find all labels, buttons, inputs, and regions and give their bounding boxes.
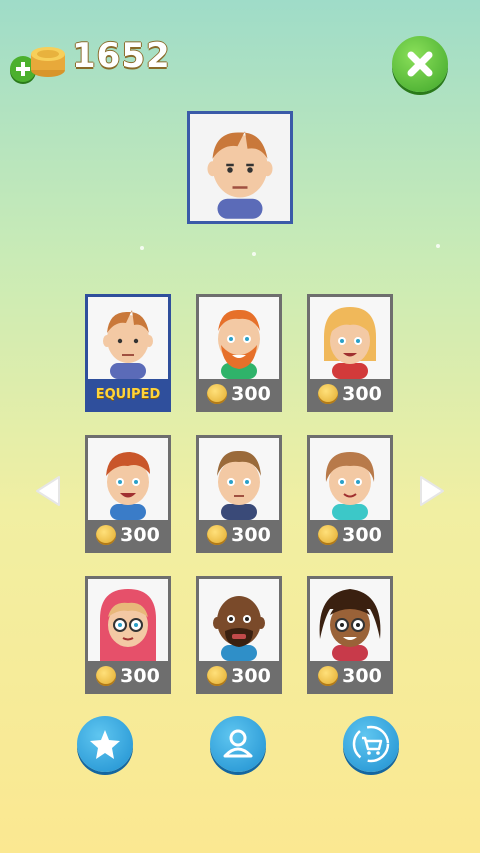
avatar-face-5 — [217, 450, 261, 520]
price-tag: 300 — [310, 520, 390, 550]
character-card-5[interactable]: 300 — [196, 435, 282, 553]
previous-page-button[interactable] — [33, 474, 63, 508]
character-preview — [187, 111, 293, 224]
arrow-right-icon — [420, 476, 444, 506]
price-value: 300 — [342, 524, 382, 546]
character-card-4[interactable]: 300 — [85, 435, 171, 553]
avatar-preview-face — [207, 131, 273, 219]
price-value: 300 — [231, 383, 271, 405]
equipped-label: EQUIPED — [95, 386, 161, 402]
price-value: 300 — [231, 665, 271, 687]
character-card-8[interactable]: 300 — [196, 576, 282, 694]
shop-cart-icon — [352, 725, 390, 763]
characters-button[interactable] — [210, 716, 266, 772]
character-card-7[interactable]: 300 — [85, 576, 171, 694]
coin-icon — [318, 666, 339, 686]
coin-icon — [96, 666, 117, 686]
coin-icon — [318, 525, 339, 545]
character-card-1[interactable]: EQUIPED — [85, 294, 171, 412]
character-card-2[interactable]: 300 — [196, 294, 282, 412]
character-card-6[interactable]: 300 — [307, 435, 393, 553]
avatar-face-1 — [103, 310, 153, 379]
avatar — [88, 579, 168, 661]
character-card-9[interactable]: 300 — [307, 576, 393, 694]
coin-icon — [207, 384, 228, 404]
avatar-face-7 — [100, 589, 156, 661]
avatar-face-3 — [324, 307, 376, 379]
avatar — [88, 297, 168, 379]
avatar-face-8 — [213, 596, 265, 661]
avatar — [88, 438, 168, 520]
price-value: 300 — [120, 524, 160, 546]
coin-icon — [96, 525, 117, 545]
shop-button[interactable] — [343, 716, 399, 772]
price-value: 300 — [231, 524, 271, 546]
profile-icon — [223, 729, 253, 758]
close-button[interactable] — [392, 36, 448, 92]
price-tag: 300 — [88, 661, 168, 691]
coin-icon — [207, 525, 228, 545]
avatar — [310, 579, 390, 661]
coin-stack-icon — [28, 40, 68, 82]
avatar — [199, 438, 279, 520]
coin-icon — [207, 666, 228, 686]
avatar-face-6 — [325, 452, 375, 520]
next-page-button[interactable] — [417, 474, 447, 508]
character-card-3[interactable]: 300 — [307, 294, 393, 412]
avatar — [310, 438, 390, 520]
close-icon — [407, 51, 433, 77]
coin-balance: 1652 — [72, 36, 171, 76]
arrow-left-icon — [36, 476, 60, 506]
price-tag: 300 — [310, 379, 390, 409]
avatar-face-4 — [106, 452, 150, 520]
sparkle — [140, 246, 144, 250]
avatar — [199, 297, 279, 379]
avatar — [199, 579, 279, 661]
sparkle — [436, 244, 440, 248]
price-value: 300 — [342, 383, 382, 405]
price-tag: 300 — [310, 661, 390, 691]
favorites-button[interactable] — [77, 716, 133, 772]
price-tag: 300 — [199, 520, 279, 550]
price-value: 300 — [342, 665, 382, 687]
avatar-face-9 — [319, 589, 381, 661]
avatar — [310, 297, 390, 379]
price-tag: 300 — [199, 661, 279, 691]
price-tag: 300 — [199, 379, 279, 409]
coin-icon — [318, 384, 339, 404]
avatar-face-2 — [218, 309, 260, 379]
sparkle — [252, 252, 256, 256]
price-value: 300 — [120, 665, 160, 687]
star-icon — [90, 730, 120, 759]
price-tag: 300 — [88, 520, 168, 550]
